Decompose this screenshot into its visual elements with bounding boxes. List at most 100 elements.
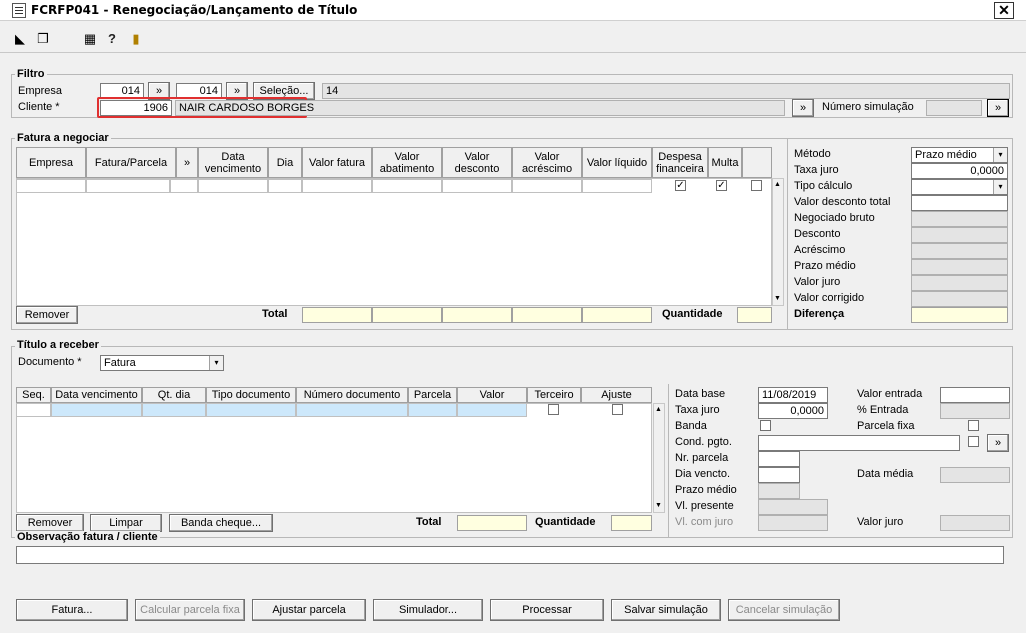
col-terceiro[interactable]: Terceiro: [527, 387, 581, 403]
simulador-button[interactable]: Simulador...: [373, 599, 483, 621]
col-parcela[interactable]: Parcela: [408, 387, 457, 403]
banda-cheque-button[interactable]: Banda cheque...: [169, 514, 273, 532]
col-qt-dia[interactable]: Qt. dia: [142, 387, 206, 403]
salvar-simulacao-button[interactable]: Salvar simulação: [611, 599, 721, 621]
window-icon: [12, 3, 26, 18]
detalhes-prazo-medio-label: Prazo médio: [675, 484, 737, 496]
col-multa[interactable]: Multa: [708, 147, 742, 178]
multa-checkbox[interactable]: ✓: [716, 180, 727, 191]
metodo-select[interactable]: Prazo médio ▾: [911, 147, 1008, 163]
calendar-icon[interactable]: ▦: [82, 30, 98, 48]
extra-checkbox[interactable]: [751, 180, 762, 191]
titulo-cell[interactable]: [457, 403, 527, 417]
col-valor-abatimento[interactable]: Valor abatimento: [372, 147, 442, 178]
fatura-cell[interactable]: [512, 179, 582, 193]
observacao-input[interactable]: [16, 546, 1004, 564]
valor-entrada-input[interactable]: [940, 387, 1010, 403]
chevron-down-icon[interactable]: ▾: [993, 180, 1007, 194]
titulo-cell[interactable]: [296, 403, 408, 417]
tipo-calculo-select[interactable]: ▾: [911, 179, 1008, 195]
col-lookup[interactable]: »: [176, 147, 198, 178]
fatura-cell[interactable]: [268, 179, 302, 193]
col-tipo-documento[interactable]: Tipo documento: [206, 387, 296, 403]
col-valor[interactable]: Valor: [457, 387, 527, 403]
col-valor-fatura[interactable]: Valor fatura: [302, 147, 372, 178]
vl-com-juro-value: [758, 515, 828, 531]
titulo-scrollbar[interactable]: [653, 403, 665, 513]
titulo-cell[interactable]: [51, 403, 142, 417]
col-fatura-parcela[interactable]: Fatura/Parcela: [86, 147, 176, 178]
close-button[interactable]: ✕: [994, 2, 1014, 19]
pct-entrada-value: [940, 403, 1010, 419]
fatura-button[interactable]: Fatura...: [16, 599, 128, 621]
scroll-up-icon[interactable]: ▲: [774, 181, 781, 188]
detalhes-valor-juro-label: Valor juro: [857, 516, 904, 528]
banda-checkbox[interactable]: [760, 420, 771, 431]
banda-label: Banda: [675, 420, 707, 432]
scroll-down-icon[interactable]: ▼: [655, 502, 662, 509]
scroll-down-icon[interactable]: ▼: [774, 295, 781, 302]
fatura-cell[interactable]: [170, 179, 198, 193]
despesa-financeira-checkbox[interactable]: ✓: [675, 180, 686, 191]
col-ajuste[interactable]: Ajuste: [581, 387, 652, 403]
detalhes-taxa-juro-input[interactable]: 0,0000: [758, 403, 828, 419]
parcela-fixa-checkbox[interactable]: [968, 420, 979, 431]
cliente-lookup-button[interactable]: »: [792, 99, 814, 117]
nr-parcela-input[interactable]: [758, 451, 800, 467]
col-valor-acrescimo[interactable]: Valor acréscimo: [512, 147, 582, 178]
terceiro-checkbox[interactable]: [548, 404, 559, 415]
nr-parcela-label: Nr. parcela: [675, 452, 729, 464]
fatura-cell[interactable]: [86, 179, 170, 193]
col-despesa-financeira[interactable]: Despesa financeira: [652, 147, 708, 178]
fatura-cell[interactable]: [582, 179, 652, 193]
chevron-down-icon[interactable]: ▾: [993, 148, 1007, 162]
cond-pgto-lookup-button[interactable]: »: [987, 434, 1009, 452]
limpar-button[interactable]: Limpar: [90, 514, 162, 532]
total-valor-abatimento: [372, 307, 442, 323]
col-empresa[interactable]: Empresa: [16, 147, 86, 178]
documento-select[interactable]: Fatura ▾: [100, 355, 224, 371]
fatura-cell[interactable]: [16, 179, 86, 193]
help-icon[interactable]: ?: [104, 30, 120, 48]
col-dia[interactable]: Dia: [268, 147, 302, 178]
ajuste-checkbox[interactable]: [612, 404, 623, 415]
col-valor-desconto[interactable]: Valor desconto: [442, 147, 512, 178]
titulo-cell[interactable]: [408, 403, 457, 417]
col-data-vencimento[interactable]: Data vencimento: [198, 147, 268, 178]
metodo-taxa-juro-input[interactable]: 0,0000: [911, 163, 1008, 179]
titulo-cell[interactable]: [16, 403, 51, 417]
fatura-scrollbar[interactable]: [772, 178, 784, 306]
cancelar-simulacao-button[interactable]: Cancelar simulação: [728, 599, 840, 621]
exit-icon[interactable]: ▮: [128, 30, 144, 48]
metodo-label: Método: [794, 148, 831, 160]
col-seq[interactable]: Seq.: [16, 387, 51, 403]
processar-button[interactable]: Processar: [490, 599, 604, 621]
titulo-cell[interactable]: [206, 403, 296, 417]
cond-pgto-checkbox[interactable]: [968, 436, 979, 447]
selecao-display: 14: [322, 83, 1010, 99]
data-base-input[interactable]: 11/08/2019: [758, 387, 828, 403]
ajustar-parcela-button[interactable]: Ajustar parcela: [252, 599, 366, 621]
scroll-up-icon[interactable]: ▲: [655, 406, 662, 413]
fatura-cell[interactable]: [372, 179, 442, 193]
calcular-parcela-fixa-button[interactable]: Calcular parcela fixa: [135, 599, 245, 621]
numero-simulacao-input[interactable]: [926, 100, 982, 116]
col-numero-documento[interactable]: Número documento: [296, 387, 408, 403]
chevron-down-icon[interactable]: ▾: [209, 356, 223, 370]
col-valor-liquido[interactable]: Valor líquido: [582, 147, 652, 178]
numero-simulacao-lookup-button[interactable]: »: [987, 99, 1009, 117]
windows-icon[interactable]: ❐: [35, 30, 51, 48]
titulo-remover-button[interactable]: Remover: [16, 514, 84, 532]
valor-desconto-total-input[interactable]: [911, 195, 1008, 211]
back-icon[interactable]: ◣: [12, 30, 28, 48]
fatura-cell[interactable]: [442, 179, 512, 193]
fatura-cell[interactable]: [198, 179, 268, 193]
fatura-cell[interactable]: [302, 179, 372, 193]
titulo-cell[interactable]: [142, 403, 206, 417]
dia-vencto-input[interactable]: [758, 467, 800, 483]
fatura-remover-button[interactable]: Remover: [16, 306, 78, 324]
col-data-vencimento[interactable]: Data vencimento: [51, 387, 142, 403]
fatura-quantidade-label: Quantidade: [662, 308, 723, 320]
cond-pgto-input[interactable]: [758, 435, 960, 451]
cliente-code-input[interactable]: 1906: [100, 100, 172, 116]
